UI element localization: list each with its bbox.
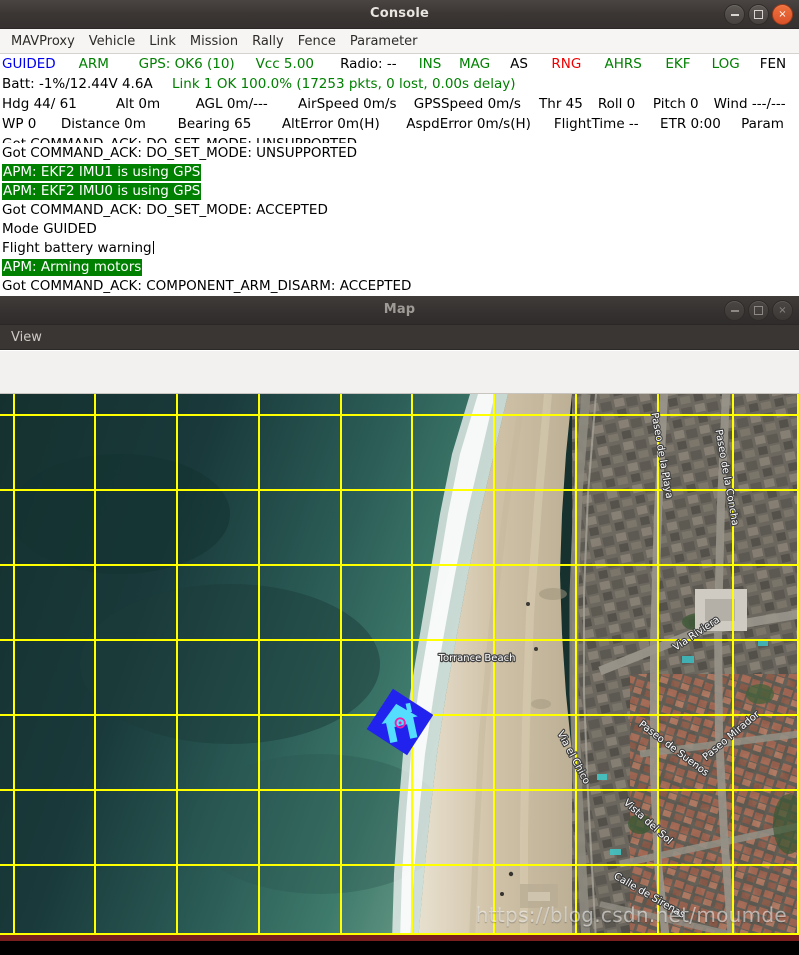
log-line-text: Got COMMAND_ACK: DO_SET_MODE: UNSUPPORTE… (2, 136, 357, 143)
status-row: GUIDED ARM GPS: OK6 (10) Vcc 5.00 Radio: -- I… (0, 54, 799, 74)
map-canvas-area[interactable]: Paseo de la Playa Paseo de la Concha Via R… (0, 394, 799, 941)
log-line: Got COMMAND_ACK: DO_SET_MODE: UNSUPPORTE… (2, 134, 799, 143)
maximize-icon[interactable] (748, 300, 769, 321)
status-field: EKF (665, 56, 691, 72)
menu-item-link[interactable]: Link (142, 32, 183, 51)
status-field: AspdError 0m/s(H) (406, 116, 531, 132)
status-field: Radio: -- (340, 56, 397, 72)
log-line-highlighted: APM: EKF2 IMU1 is using GPS (2, 164, 202, 181)
status-field: Alt 0m (115, 96, 161, 112)
status-field: FEN (759, 56, 787, 72)
minimize-icon[interactable] (724, 4, 745, 25)
log-line: Flight battery warning (2, 238, 799, 257)
status-field: GUIDED (2, 56, 56, 72)
status-field: ETR 0:00 (660, 116, 721, 132)
console-log-output[interactable]: Got COMMAND_ACK: DO_SET_MODE: UNSUPPORTE… (0, 134, 799, 296)
status-field: WP 0 (2, 116, 37, 132)
status-field: Param (741, 116, 784, 132)
log-line: Mode GUIDED (2, 219, 799, 238)
status-field: GPSSpeed 0m/s (413, 96, 521, 112)
map-menubar: View (0, 325, 799, 350)
status-field: Hdg 44/ 61 (2, 96, 77, 112)
status-field: AirSpeed 0m/s (298, 96, 397, 112)
menu-item-vehicle[interactable]: Vehicle (82, 32, 143, 51)
status-row: WP 0 Distance 0m Bearing 65 AltError 0m(H) A… (0, 114, 799, 134)
menu-item-parameter[interactable]: Parameter (343, 32, 425, 51)
log-line: APM: EKF2 IMU1 is using GPS (2, 162, 799, 181)
map-titlebar: Map × (0, 296, 799, 325)
status-field: RNG (551, 56, 582, 72)
log-line: Got COMMAND_ACK: COMPONENT_ARM_DISARM: A… (2, 276, 799, 295)
status-field: ARM (78, 56, 109, 72)
map-toolbar (0, 350, 799, 394)
text-caret (152, 241, 154, 254)
status-field: Thr 45 (539, 96, 583, 112)
menu-item-fence[interactable]: Fence (291, 32, 343, 51)
status-field: Distance 0m (60, 116, 146, 132)
status-row: Hdg 44/ 61 Alt 0m AGL 0m/--- AirSpeed 0m/s G… (0, 94, 799, 114)
map-bottom-strip (0, 935, 799, 941)
log-line: Got COMMAND_ACK: DO_SET_MODE: ACCEPTED (2, 200, 799, 219)
status-field: Wind ---/--- (713, 96, 786, 112)
log-line-text: Mode GUIDED (2, 221, 97, 237)
status-field: AGL 0m/--- (195, 96, 268, 112)
close-icon[interactable]: × (772, 4, 793, 25)
status-field: FlightTime -- (553, 116, 639, 132)
log-line-highlighted: APM: EKF2 IMU0 is using GPS (2, 183, 202, 200)
map-window-controls: × (724, 300, 793, 321)
log-line: APM: EKF2 IMU0 is using GPS (2, 181, 799, 200)
status-field: AS (510, 56, 528, 72)
status-field: Vcc 5.00 (255, 56, 314, 72)
status-field: Batt: -1%/12.44V 4.6A (2, 76, 153, 92)
log-line: APM: Arming motors (2, 257, 799, 276)
mavproxy-app: Console × MAVProxy Vehicle Link Mission Rall… (0, 0, 799, 955)
status-field: Link 1 OK 100.0% (17253 pkts, 0 lost, 0.… (172, 76, 516, 92)
log-line-text: Got COMMAND_ACK: DO_SET_MODE: UNSUPPORTE… (2, 145, 358, 161)
log-line-text: Got COMMAND_ACK: COMPONENT_ARM_DISARM: A… (2, 278, 412, 294)
console-window-title: Console (369, 6, 430, 21)
status-field: Bearing 65 (177, 116, 252, 132)
console-status-panel: GUIDED ARM GPS: OK6 (10) Vcc 5.00 Radio: -- I… (0, 54, 799, 134)
menu-item-mission[interactable]: Mission (183, 32, 245, 51)
minimize-icon[interactable] (724, 300, 745, 321)
menu-item-rally[interactable]: Rally (245, 32, 291, 51)
log-line-text: Got COMMAND_ACK: DO_SET_MODE: ACCEPTED (2, 202, 328, 218)
console-menubar: MAVProxy Vehicle Link Mission Rally Fence Para… (0, 29, 799, 54)
console-window-controls: × (724, 4, 793, 25)
close-icon[interactable]: × (772, 300, 793, 321)
menu-item-view[interactable]: View (4, 328, 49, 347)
status-field: MAG (459, 56, 491, 72)
status-row: Batt: -1%/12.44V 4.6A Link 1 OK 100.0% (1… (0, 74, 799, 94)
status-field: AltError 0m(H) (281, 116, 380, 132)
status-field: Roll 0 (597, 96, 636, 112)
map-window-title: Map (383, 302, 416, 317)
status-field: GPS: OK6 (10) (138, 56, 235, 72)
status-field: AHRS (604, 56, 642, 72)
menu-item-mavproxy[interactable]: MAVProxy (4, 32, 82, 51)
log-line: Got COMMAND_ACK: DO_SET_MODE: UNSUPPORTE… (2, 143, 799, 162)
log-line-highlighted: APM: Arming motors (2, 259, 143, 276)
log-line-text: Flight battery warning (2, 240, 152, 256)
maximize-icon[interactable] (748, 4, 769, 25)
map-imagery[interactable]: Paseo de la Playa Paseo de la ConchaVia R… (0, 394, 799, 941)
status-field: INS (418, 56, 442, 72)
console-titlebar: Console × (0, 0, 799, 29)
status-field: Pitch 0 (652, 96, 699, 112)
status-field: LOG (711, 56, 740, 72)
place-label: Torrance Beach (438, 653, 516, 664)
